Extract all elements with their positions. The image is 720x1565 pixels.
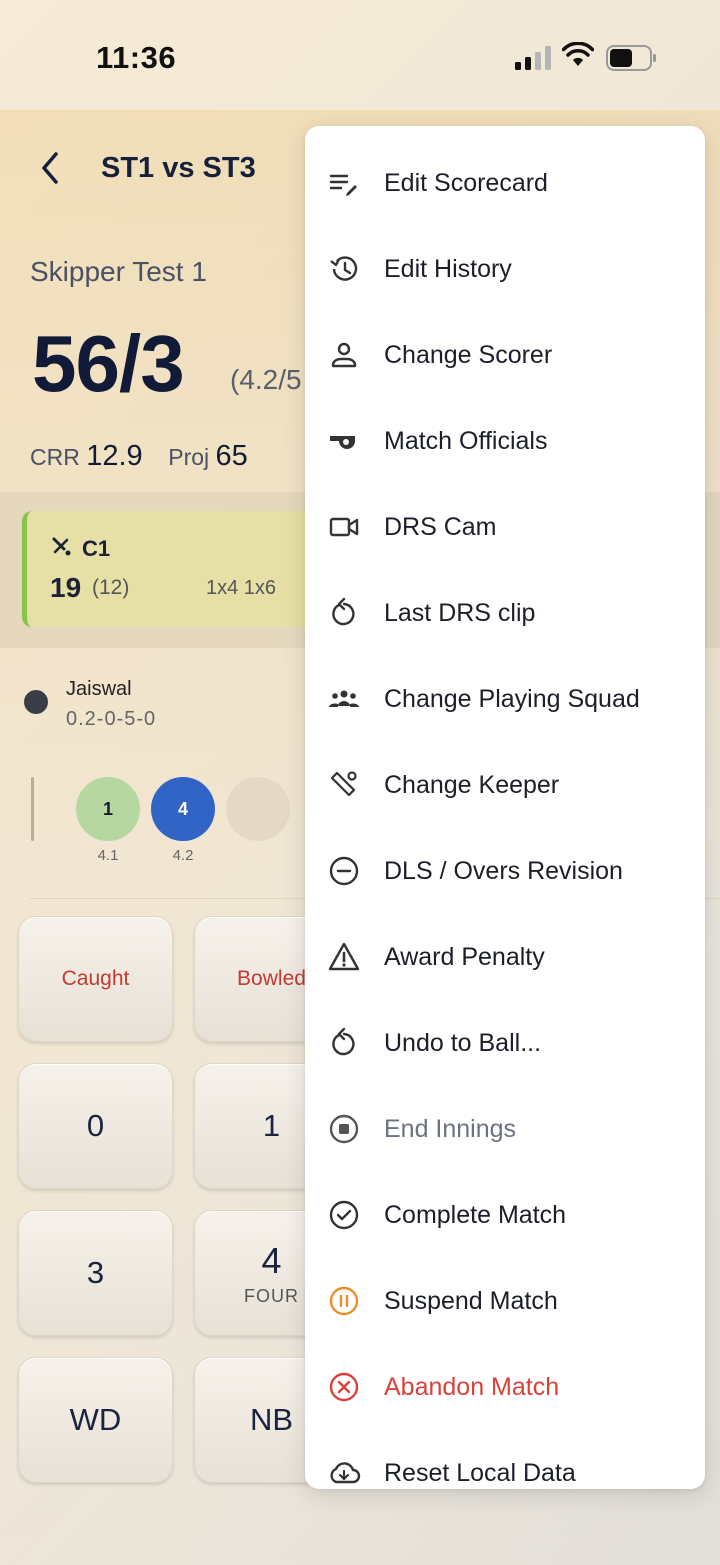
person-icon <box>331 342 357 368</box>
innings-overs: (4.2/5 <box>230 364 302 395</box>
menu-item-change-keeper[interactable]: Change Keeper <box>305 742 705 828</box>
edit-list-icon <box>329 174 357 196</box>
menu-label: Suspend Match <box>384 1286 558 1315</box>
menu-item-edit-scorecard[interactable]: Edit Scorecard <box>305 140 705 226</box>
ball-over-label: 4.2 <box>172 847 194 864</box>
striker-balls: (12) <box>92 576 130 599</box>
menu-item-match-officials[interactable]: Match Officials <box>305 398 705 484</box>
wide-label: WD <box>69 1402 122 1437</box>
cellular-signal-icon <box>515 46 551 70</box>
no-ball-label: NB <box>249 1402 294 1437</box>
cancel-circle-icon <box>329 1372 359 1402</box>
over-divider <box>31 777 34 841</box>
menu-item-reset-local-data[interactable]: Reset Local Data <box>305 1430 705 1489</box>
proj-value: 65 <box>215 440 248 472</box>
menu-label: Edit History <box>384 254 512 283</box>
replay-icon <box>332 597 355 626</box>
match-title: ST1 vs ST3 <box>101 152 256 184</box>
ball-over-label: 4.1 <box>97 847 119 864</box>
caught-button[interactable]: Caught <box>18 916 173 1042</box>
check-circle-icon <box>329 1200 359 1230</box>
menu-item-change-playing-squad[interactable]: Change Playing Squad <box>305 656 705 742</box>
proj-label: Proj <box>168 444 210 470</box>
striker-card[interactable] <box>22 511 322 627</box>
menu-label: Award Penalty <box>384 942 545 971</box>
menu-label: Change Scorer <box>384 340 553 369</box>
wide-button[interactable]: WD <box>18 1357 173 1483</box>
bowler-name: Jaiswal <box>66 678 132 700</box>
menu-item-abandon-match[interactable]: Abandon Match <box>305 1344 705 1430</box>
menu-item-last-drs-clip[interactable]: Last DRS clip <box>305 570 705 656</box>
four-sub-label: FOUR <box>244 1285 299 1306</box>
overflow-menu: Edit Scorecard Edit History Change Score… <box>305 126 705 1489</box>
menu-label: Abandon Match <box>384 1372 560 1401</box>
one-label: 1 <box>262 1108 281 1143</box>
menu-label: Change Playing Squad <box>384 684 640 713</box>
batting-team-name: Skipper Test 1 <box>30 256 207 287</box>
history-icon <box>330 256 358 281</box>
video-camera-icon <box>329 517 359 537</box>
menu-label: Edit Scorecard <box>384 168 548 197</box>
zero-run-button[interactable]: 0 <box>18 1063 173 1189</box>
menu-item-suspend-match[interactable]: Suspend Match <box>305 1258 705 1344</box>
striker-name: C1 <box>82 536 111 561</box>
menu-item-award-penalty[interactable]: Award Penalty <box>305 914 705 1000</box>
menu-label: Complete Match <box>384 1200 567 1229</box>
zero-label: 0 <box>86 1108 105 1143</box>
bowled-label: Bowled <box>237 967 306 990</box>
keeper-icon <box>330 771 357 797</box>
crr-label: CRR <box>30 444 80 470</box>
three-run-button[interactable]: 3 <box>18 1210 173 1336</box>
menu-item-dls-overs-revision[interactable]: DLS / Overs Revision <box>305 828 705 914</box>
striker-boundaries: 1x4 1x6 <box>206 577 277 599</box>
back-arrow-icon[interactable] <box>36 150 66 186</box>
caught-label: Caught <box>61 967 130 990</box>
menu-label: Reset Local Data <box>384 1458 576 1487</box>
pause-circle-icon <box>329 1286 359 1316</box>
battery-icon <box>606 45 656 71</box>
whistle-icon <box>330 436 355 449</box>
menu-item-undo-to-ball[interactable]: Undo to Ball... <box>305 1000 705 1086</box>
cloud-download-icon <box>330 1462 361 1484</box>
menu-label: DRS Cam <box>384 512 497 541</box>
menu-label: Match Officials <box>384 426 548 455</box>
bowler-figures: 0.2-0-5-0 <box>66 708 157 730</box>
ball-chip-empty <box>226 777 290 841</box>
cricket-ball-icon <box>24 690 48 714</box>
warning-icon <box>328 942 360 971</box>
menu-label: Change Keeper <box>384 770 560 799</box>
menu-item-end-innings[interactable]: End Innings <box>305 1086 705 1172</box>
three-label: 3 <box>86 1255 105 1290</box>
status-time: 11:36 <box>96 40 177 75</box>
menu-item-complete-match[interactable]: Complete Match <box>305 1172 705 1258</box>
run-rates: CRR 12.9 Proj 65 <box>30 440 248 473</box>
group-icon <box>329 690 359 707</box>
menu-item-edit-history[interactable]: Edit History <box>305 226 705 312</box>
menu-label: Last DRS clip <box>384 598 536 627</box>
cricket-bat-icon <box>52 537 71 556</box>
stop-circle-icon <box>329 1114 359 1144</box>
menu-item-drs-cam[interactable]: DRS Cam <box>305 484 705 570</box>
striker-runs: 19 <box>50 572 82 603</box>
four-label: 4 <box>261 1239 282 1281</box>
wifi-icon <box>562 42 594 66</box>
menu-item-change-scorer[interactable]: Change Scorer <box>305 312 705 398</box>
minus-circle-icon <box>329 856 359 886</box>
crr-value: 12.9 <box>86 440 143 472</box>
ball-chip: 1 <box>76 777 140 841</box>
undo-icon <box>332 1027 355 1056</box>
ball-chip: 4 <box>151 777 215 841</box>
menu-label: Undo to Ball... <box>384 1028 542 1057</box>
innings-score: 56/3 <box>32 319 185 408</box>
menu-label: DLS / Overs Revision <box>384 856 623 885</box>
menu-label: End Innings <box>384 1114 517 1143</box>
